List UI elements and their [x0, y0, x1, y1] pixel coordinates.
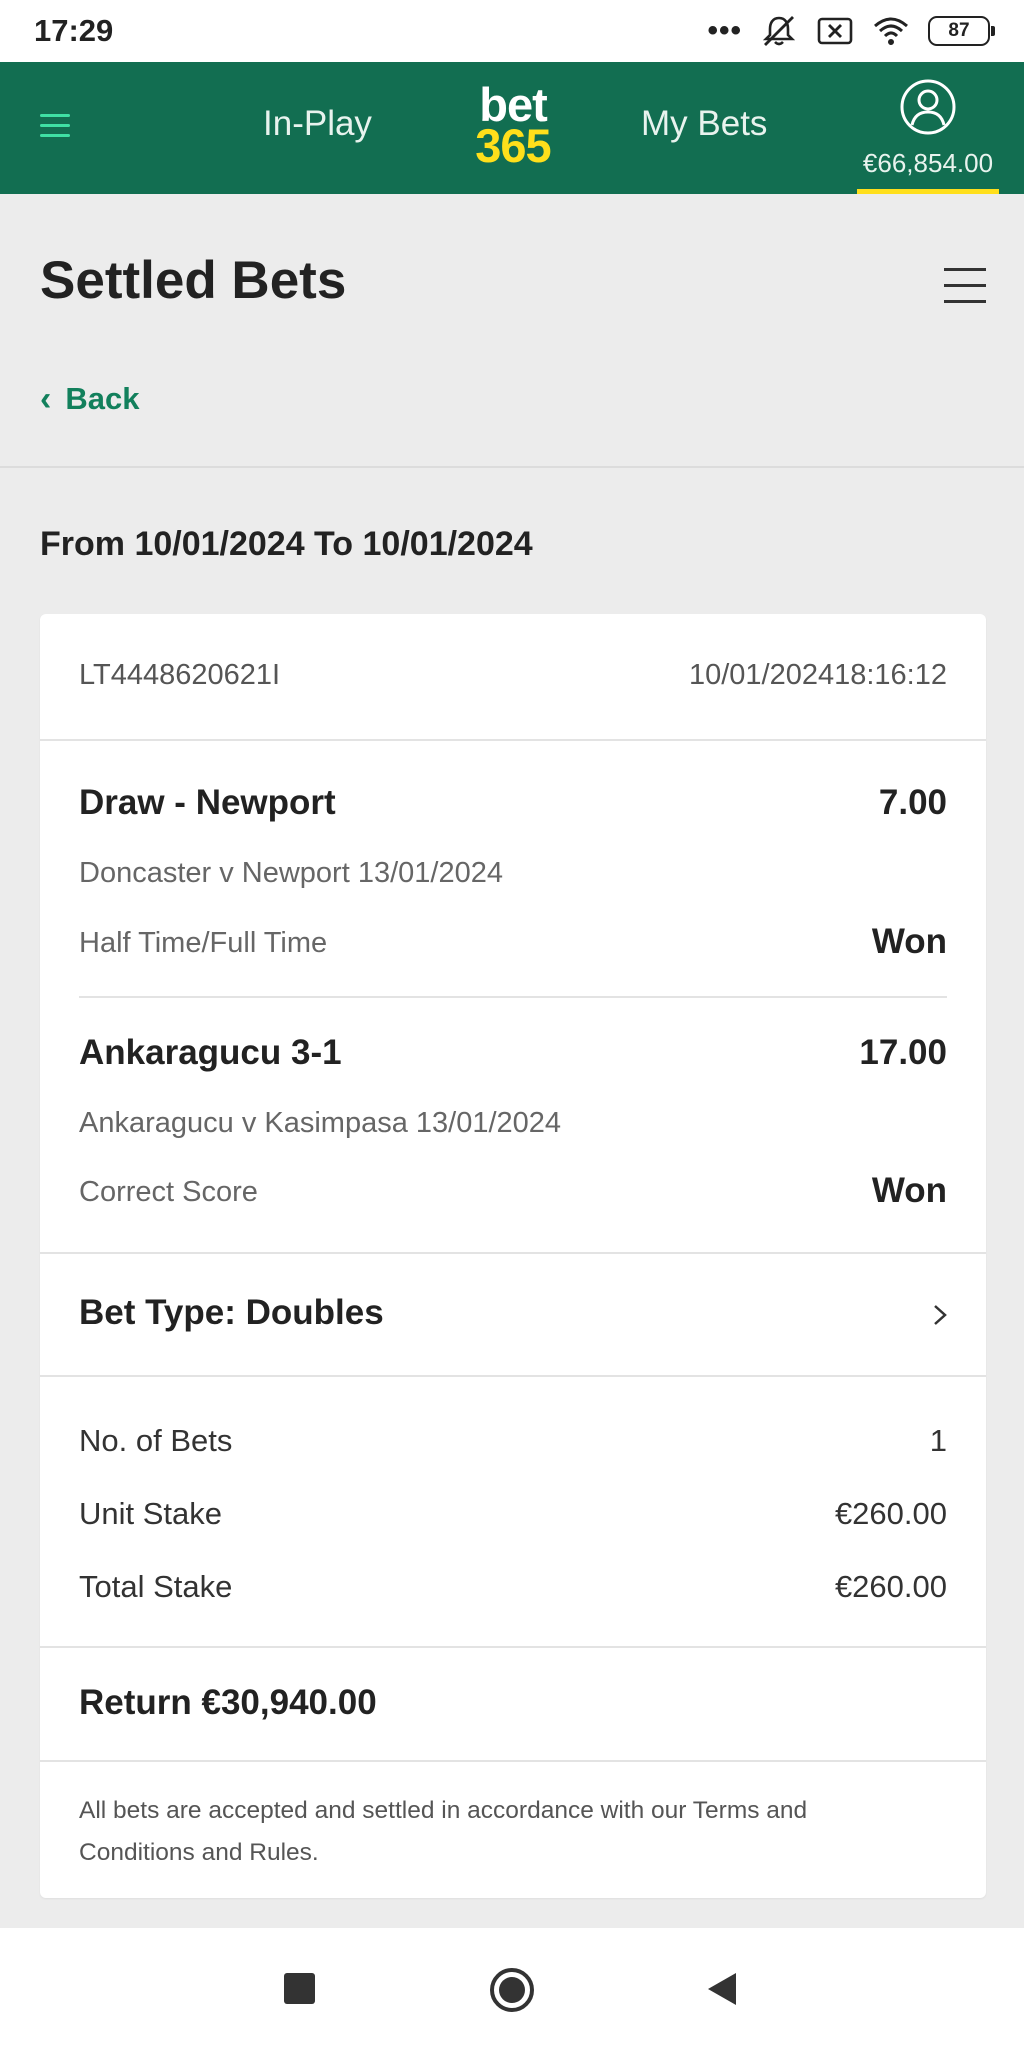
return-amount: Return €30,940.00 — [79, 1683, 377, 1722]
account-button[interactable]: €66,854.00 — [857, 78, 999, 194]
account-balance: €66,854.00 — [862, 148, 994, 178]
total-stake-value: €260.00 — [834, 1569, 947, 1604]
selection-divider — [79, 996, 947, 998]
terms-section: All bets are accepted and settled in acc… — [40, 1760, 986, 1898]
android-nav-bar — [0, 1928, 1024, 2048]
active-underline — [857, 189, 999, 194]
chevron-left-icon: ‹ — [40, 380, 52, 418]
unit-stake-label: Unit Stake — [79, 1496, 223, 1531]
selections-section: Draw - Newport 7.00 Doncaster v Newport … — [40, 739, 986, 1239]
nav-in-play[interactable]: In-Play — [263, 104, 372, 144]
logo-text-365: 365 — [475, 119, 551, 173]
stake-summary: No. of Bets 1 Unit Stake €260.00 Total S… — [40, 1375, 986, 1633]
battery-level: 87 — [948, 20, 970, 41]
no-sim-icon — [817, 17, 853, 45]
selection-market: Half Time/Full Time — [79, 927, 328, 959]
selection-event: Ankaragucu v Kasimpasa 13/01/2024 — [79, 1107, 562, 1139]
hamburger-icon[interactable] — [40, 114, 70, 140]
bet-type-row[interactable]: Bet Type: Doubles — [40, 1252, 986, 1374]
selection-market: Correct Score — [79, 1176, 258, 1208]
nav-my-bets[interactable]: My Bets — [641, 104, 767, 144]
divider — [0, 466, 1024, 468]
no-of-bets-label: No. of Bets — [79, 1423, 233, 1458]
battery-icon: 87 — [928, 16, 995, 46]
status-bar: 17:29 ••• 87 — [0, 0, 1024, 62]
page-title: Settled Bets — [40, 251, 347, 310]
total-stake-label: Total Stake — [79, 1569, 233, 1604]
mute-icon — [762, 16, 796, 46]
unit-stake-value: €260.00 — [834, 1496, 947, 1531]
top-nav: In-Play bet 365 My Bets €66,854.00 — [0, 62, 1024, 194]
no-of-bets-value: 1 — [929, 1423, 947, 1458]
date-range: From 10/01/2024 To 10/01/2024 — [40, 525, 533, 563]
status-icons: ••• 87 — [707, 14, 995, 48]
more-notifications-icon: ••• — [707, 14, 742, 47]
back-label: Back — [65, 381, 140, 416]
bet-datetime: 10/01/202418:16:12 — [688, 659, 947, 691]
selection-event: Doncaster v Newport 13/01/2024 — [79, 857, 503, 889]
page-menu-icon[interactable] — [944, 268, 986, 303]
selection-odds: 17.00 — [859, 1033, 947, 1072]
bet-type-label: Bet Type: Doubles — [79, 1293, 384, 1332]
selection-name: Ankaragucu 3-1 — [79, 1033, 342, 1072]
selection-odds: 7.00 — [878, 783, 947, 822]
status-time: 17:29 — [34, 13, 114, 48]
selection-name: Draw - Newport — [79, 783, 336, 822]
account-avatar-icon — [900, 79, 956, 135]
bet365-logo[interactable]: bet 365 — [466, 81, 560, 173]
selection-result: Won — [871, 1171, 947, 1210]
home-circle-icon[interactable] — [489, 1967, 535, 2013]
return-row: Return €30,940.00 — [40, 1646, 986, 1760]
wifi-icon — [874, 17, 908, 45]
back-triangle-icon[interactable] — [705, 1970, 739, 2008]
bet-card: LT4448620621I 10/01/202418:16:12 Draw - … — [40, 614, 986, 1898]
selection-result: Won — [871, 922, 947, 961]
back-button[interactable]: ‹ Back — [40, 381, 139, 417]
recents-square-icon[interactable] — [284, 1973, 315, 2004]
bet-reference: LT4448620621I — [79, 659, 281, 691]
terms-text[interactable]: All bets are accepted and settled in acc… — [79, 1790, 929, 1874]
chevron-right-icon — [934, 1305, 947, 1325]
